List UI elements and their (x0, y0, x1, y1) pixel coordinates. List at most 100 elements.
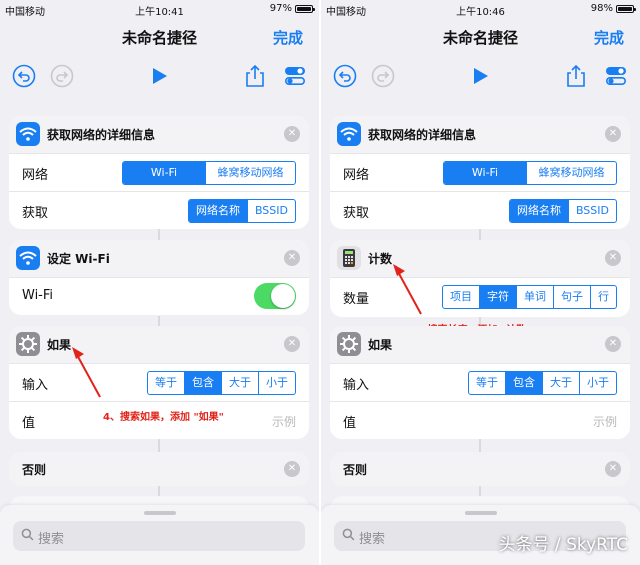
annotation-arrow-icon (393, 264, 422, 315)
row-label: 值 (22, 416, 36, 431)
play-icon[interactable] (147, 64, 171, 88)
segment-option[interactable]: BSSID (246, 200, 295, 222)
card-title: 设定 Wi-Fi (47, 252, 110, 266)
wifi-icon (16, 246, 40, 270)
remove-action-icon[interactable]: ✕ (605, 126, 621, 142)
row-label: 获取 (343, 206, 370, 221)
get-row: 获取 网络名称 BSSID (330, 191, 630, 229)
network-details-card: 获取网络的详细信息 ✕ 网络 Wi-Fi 蜂窝移动网络 获取 网络名称 BSSID (9, 116, 309, 229)
remove-action-icon[interactable]: ✕ (605, 336, 621, 352)
play-icon[interactable] (468, 64, 492, 88)
status-bar: 中国移动 上午10:41 97% (0, 0, 319, 18)
remove-action-icon[interactable]: ✕ (605, 461, 621, 477)
action-search-sheet: 搜索 (0, 505, 319, 565)
remove-action-icon[interactable]: ✕ (605, 250, 621, 266)
redo-icon[interactable] (371, 64, 395, 88)
row-label: 网络 (22, 168, 49, 183)
segment-option[interactable]: Wi-Fi (444, 162, 526, 184)
redo-icon[interactable] (50, 64, 74, 88)
value-field[interactable]: 示例 (593, 413, 617, 430)
detail-segmented[interactable]: 网络名称 BSSID (187, 199, 296, 223)
search-placeholder: 搜索 (359, 532, 386, 547)
network-row: 网络 Wi-Fi 蜂窝移动网络 (9, 153, 309, 191)
remove-action-icon[interactable]: ✕ (284, 461, 300, 477)
segment-option[interactable]: 句子 (553, 286, 590, 308)
share-icon[interactable] (243, 64, 267, 88)
segment-option[interactable]: 网络名称 (509, 200, 568, 222)
segment-option[interactable]: 字符 (479, 286, 516, 308)
wifi-toggle[interactable] (254, 283, 296, 309)
segment-option[interactable]: Wi-Fi (123, 162, 205, 184)
search-icon (342, 528, 355, 541)
row-label: 获取 (22, 206, 49, 221)
battery-percent: 97% (269, 3, 292, 14)
battery-icon (295, 4, 315, 13)
sheet-grabber[interactable] (144, 511, 176, 515)
count-type-segmented[interactable]: 项目 字符 单词 句子行 (442, 285, 617, 309)
value-row: 值 示例 (330, 401, 630, 439)
card-title: 获取网络的详细信息 (368, 128, 477, 142)
segment-option[interactable]: 小于 (258, 372, 295, 394)
done-button[interactable]: 完成 (594, 27, 624, 48)
value-field[interactable]: 示例 (272, 413, 296, 430)
toolbar (321, 58, 640, 94)
card-title: 计数 (368, 252, 393, 266)
segment-option[interactable]: 网络名称 (188, 200, 247, 222)
detail-segmented[interactable]: 网络名称 BSSID (508, 199, 617, 223)
watermark: 头条号 / SkyRTC (498, 535, 628, 555)
else-card: 否则 ✕ (9, 452, 309, 486)
segment-option[interactable]: 行 (590, 286, 616, 308)
network-type-segmented[interactable]: Wi-Fi 蜂窝移动网络 (122, 161, 296, 185)
segment-option[interactable]: 蜂窝移动网络 (526, 162, 616, 184)
settings-toggle-icon[interactable] (283, 64, 307, 88)
card-header: 如果 ✕ (330, 326, 630, 363)
search-icon (21, 528, 34, 541)
segment-option[interactable]: 项目 (443, 286, 479, 308)
condition-segmented[interactable]: 等于 包含 大于 小于 (147, 371, 296, 395)
done-button[interactable]: 完成 (273, 27, 303, 48)
condition-segmented[interactable]: 等于 包含 大于 小于 (468, 371, 617, 395)
card-title: 获取网络的详细信息 (47, 128, 156, 142)
search-input[interactable]: 搜索 (13, 521, 305, 551)
calculator-icon (337, 246, 361, 270)
segment-option[interactable]: 单词 (516, 286, 553, 308)
segment-option[interactable]: 大于 (542, 372, 579, 394)
segment-option[interactable]: 等于 (148, 372, 184, 394)
segment-option[interactable]: 大于 (221, 372, 258, 394)
nav-bar: 未命名捷径 完成 (321, 20, 640, 50)
wifi-row: Wi-Fi (9, 277, 309, 315)
remove-action-icon[interactable]: ✕ (284, 126, 300, 142)
segment-option[interactable]: BSSID (567, 200, 616, 222)
segment-option[interactable]: 等于 (469, 372, 505, 394)
search-placeholder: 搜索 (38, 532, 65, 547)
else-card: 否则 ✕ (330, 452, 630, 486)
row-label: 网络 (343, 168, 370, 183)
right-screen: 中国移动 上午10:46 98% 未命名捷径 完成 获取网络的详细信息 ✕ 网络… (321, 0, 640, 565)
gear-icon (337, 332, 361, 356)
card-title: 如果 (47, 338, 72, 352)
screens: 中国移动 上午10:41 97% 未命名捷径 完成 获取网络的详细信息 ✕ 网络… (0, 0, 640, 565)
gear-icon (16, 332, 40, 356)
segment-option[interactable]: 包含 (505, 372, 542, 394)
row-label: 输入 (22, 378, 49, 393)
status-bar: 中国移动 上午10:46 98% (321, 0, 640, 18)
toolbar (0, 58, 319, 94)
network-type-segmented[interactable]: Wi-Fi 蜂窝移动网络 (443, 161, 617, 185)
undo-icon[interactable] (333, 64, 357, 88)
page-title: 未命名捷径 (442, 29, 518, 47)
remove-action-icon[interactable]: ✕ (284, 250, 300, 266)
share-icon[interactable] (564, 64, 588, 88)
settings-toggle-icon[interactable] (604, 64, 628, 88)
segment-option[interactable]: 蜂窝移动网络 (205, 162, 295, 184)
else-label: 否则 (22, 463, 47, 477)
remove-action-icon[interactable]: ✕ (284, 336, 300, 352)
segment-option[interactable]: 包含 (184, 372, 221, 394)
card-header: 获取网络的详细信息 ✕ (9, 116, 309, 153)
undo-icon[interactable] (12, 64, 36, 88)
get-row: 获取 网络名称 BSSID (9, 191, 309, 229)
row-label: Wi-Fi (22, 288, 54, 303)
wifi-icon (337, 122, 361, 146)
segment-option[interactable]: 小于 (579, 372, 616, 394)
sheet-grabber[interactable] (465, 511, 497, 515)
wifi-icon (16, 122, 40, 146)
